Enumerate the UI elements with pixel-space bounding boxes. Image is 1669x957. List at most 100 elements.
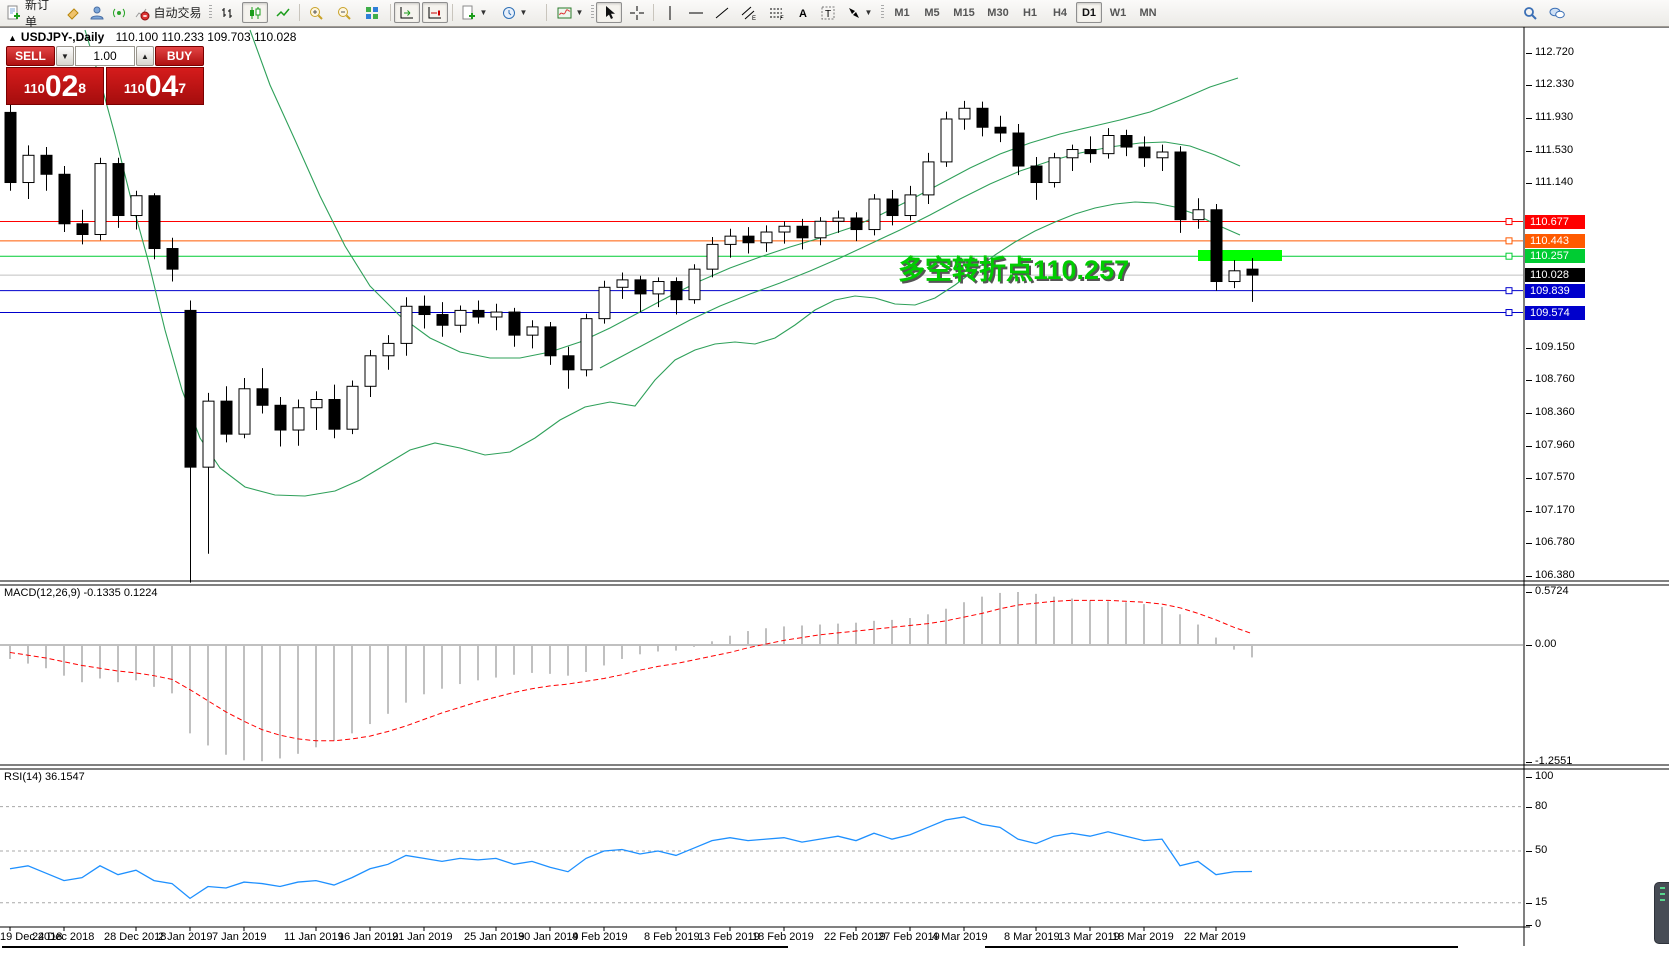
candle-body: [634, 279, 647, 295]
price-line-label: 110.028: [1525, 268, 1585, 283]
candle-body: [1210, 209, 1223, 283]
candle-body: [526, 326, 539, 336]
candle-body: [40, 154, 53, 175]
candlestick-chart-button[interactable]: [242, 2, 268, 23]
axis-tick-label: 0.00: [1525, 638, 1557, 650]
profile-button[interactable]: [86, 2, 108, 23]
collapse-panel-icon[interactable]: ▲: [8, 33, 17, 43]
candle-body: [904, 194, 917, 217]
date-label: 7 Jan 2019: [212, 931, 267, 943]
date-label: 18 Feb 2019: [752, 931, 814, 943]
axis-tick-label: 0.5724: [1526, 584, 1569, 597]
candle-body: [274, 404, 287, 431]
candle-body: [778, 225, 791, 233]
candle-body: [688, 268, 701, 301]
history-center-button[interactable]: [62, 2, 84, 23]
date-label: 8 Feb 2019: [644, 931, 700, 943]
axis-tick-label: 107.570: [1526, 470, 1575, 483]
auto-scroll-button[interactable]: [394, 2, 420, 23]
tile-windows-button[interactable]: [359, 2, 385, 23]
auto-trading-button[interactable]: 自动交易: [130, 2, 206, 23]
docked-panel-top: [2, 946, 788, 957]
bar-chart-icon: [219, 5, 235, 21]
price-axis[interactable]: 112.720 112.330 111.930 111.530 111.140 109.1…: [1525, 27, 1669, 946]
candle-body: [994, 126, 1007, 134]
crosshair-button[interactable]: [624, 2, 650, 23]
chart-canvas[interactable]: [0, 0, 1669, 955]
price-line-handle[interactable]: [1505, 252, 1513, 260]
date-label: 4 Feb 2019: [572, 931, 628, 943]
candle-body: [760, 231, 773, 244]
candle-body: [94, 163, 107, 235]
trendline-tool[interactable]: [710, 2, 734, 23]
volume-decrease-button[interactable]: ▼: [56, 46, 74, 66]
volume-input[interactable]: [75, 46, 135, 66]
candle-body: [256, 388, 269, 406]
axis-tick-label: 107.170: [1526, 503, 1575, 516]
chat-button[interactable]: [1544, 2, 1570, 23]
main-toolbar: 新订单 自动交易 ▼ ▼ ▼ E F A T ▼ M1 M5 M15 M30 H…: [0, 0, 1669, 29]
cursor-button[interactable]: [596, 2, 622, 23]
horizontal-line-tool[interactable]: [684, 2, 708, 23]
line-chart-button[interactable]: [270, 2, 296, 23]
chart-shift-button[interactable]: [422, 2, 448, 23]
sell-price-button[interactable]: 110 02 8: [6, 67, 104, 105]
toolbar-separator: [390, 4, 391, 21]
profiles-dropdown[interactable]: ▼: [496, 2, 532, 23]
date-label: 27 Feb 2019: [878, 931, 940, 943]
indicators-dropdown[interactable]: ▼: [552, 2, 588, 23]
chevron-down-icon: ▼: [864, 8, 873, 17]
zoom-out-button[interactable]: [331, 2, 357, 23]
time-axis[interactable]: 19 Dec 2018 24 Dec 2018 28 Dec 2018 2 Jan 2…: [0, 929, 1524, 946]
volume-increase-button[interactable]: ▲: [136, 46, 154, 66]
new-order-button[interactable]: 新订单: [2, 0, 62, 29]
sell-button[interactable]: SELL: [6, 46, 55, 66]
buy-button[interactable]: BUY: [155, 46, 204, 66]
tab-timeframe-mn[interactable]: MN: [1134, 2, 1162, 23]
tab-timeframe-w1[interactable]: W1: [1104, 2, 1132, 23]
rsi-label: RSI(14) 36.1547: [4, 771, 85, 783]
toolbar-separator: [452, 4, 453, 21]
candle-body: [220, 400, 233, 435]
tab-timeframe-m1[interactable]: M1: [888, 2, 916, 23]
arrows-dropdown[interactable]: ▼: [842, 2, 876, 23]
tab-timeframe-h4[interactable]: H4: [1046, 2, 1074, 23]
date-label: 21 Jan 2019: [392, 931, 453, 943]
bar-chart-button[interactable]: [214, 2, 240, 23]
candle-body: [652, 281, 665, 295]
chart-annotation-text[interactable]: 多空转折点110.257: [898, 248, 1129, 287]
signals-button[interactable]: [108, 2, 130, 23]
zoom-in-button[interactable]: [303, 2, 329, 23]
date-label: 24 Dec 2018: [32, 931, 95, 943]
equidistant-channel-tool[interactable]: E: [736, 2, 762, 23]
docked-toolbar-edge[interactable]: [1654, 882, 1669, 944]
chevron-down-icon: ▼: [479, 8, 488, 17]
search-button[interactable]: [1518, 2, 1542, 23]
tab-timeframe-d1[interactable]: D1: [1076, 2, 1102, 23]
tab-timeframe-m15[interactable]: M15: [948, 2, 980, 23]
price-line-handle[interactable]: [1505, 287, 1513, 295]
price-line-handle[interactable]: [1505, 309, 1513, 317]
highlight-rect[interactable]: [1198, 250, 1282, 261]
text-label-tool[interactable]: T: [816, 2, 840, 23]
price-line-handle[interactable]: [1505, 237, 1513, 245]
sell-price-big: 02: [44, 70, 79, 103]
macd-label: MACD(12,26,9) -0.1335 0.1224: [4, 587, 158, 599]
vertical-line-tool[interactable]: [658, 2, 682, 23]
candle-body: [796, 225, 809, 239]
buy-price-button[interactable]: 110 04 7: [106, 67, 204, 105]
buy-price-big: 04: [144, 70, 179, 103]
new-chart-dropdown[interactable]: ▼: [456, 2, 492, 23]
fibonacci-tool[interactable]: F: [764, 2, 790, 23]
new-order-icon: [6, 5, 22, 21]
candle-body: [166, 248, 179, 270]
svg-text:E: E: [752, 16, 756, 21]
tab-timeframe-m30[interactable]: M30: [982, 2, 1014, 23]
tab-timeframe-m5[interactable]: M5: [918, 2, 946, 23]
tab-timeframe-h1[interactable]: H1: [1016, 2, 1044, 23]
candle-body: [454, 309, 467, 326]
price-line-handle[interactable]: [1505, 218, 1513, 226]
date-label: 25 Jan 2019: [464, 931, 525, 943]
text-tool[interactable]: A: [792, 2, 814, 23]
candle-body: [850, 217, 863, 231]
